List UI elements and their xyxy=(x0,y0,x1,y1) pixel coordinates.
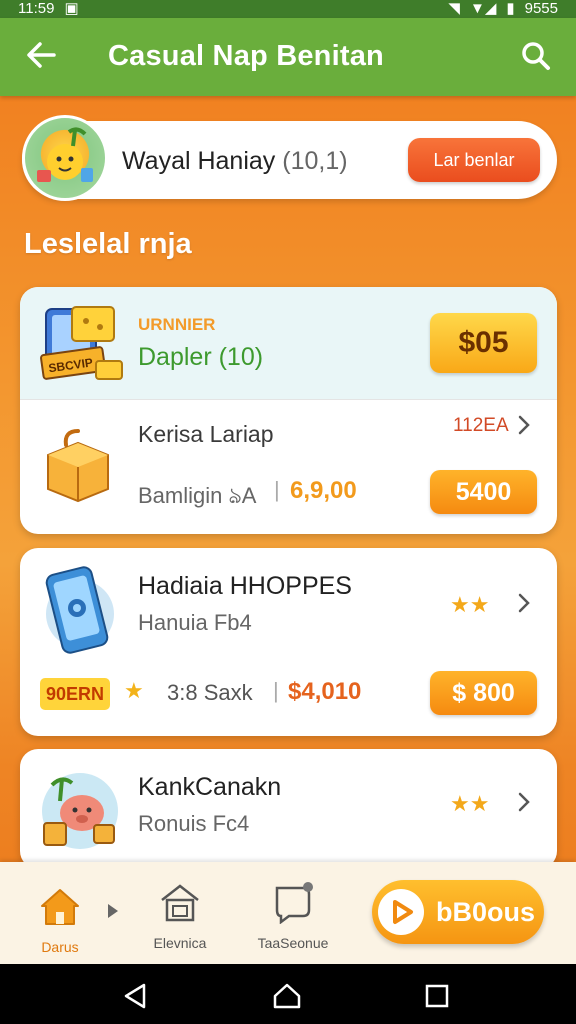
app-title: Casual Nap Benitan xyxy=(108,40,384,72)
battery-level: 9555 xyxy=(524,0,558,17)
wifi-icon: ◥ xyxy=(448,0,460,17)
bonus-button[interactable]: bB0ous xyxy=(372,880,544,944)
item-value: $4,010 xyxy=(288,678,362,705)
profile-name-text: Wayal Haniay xyxy=(122,147,276,175)
section-title: Leslelal rnja xyxy=(24,228,192,260)
nav-item-messages[interactable]: TaaSeonue xyxy=(248,880,338,951)
back-arrow-icon[interactable] xyxy=(24,38,58,72)
separator: | xyxy=(274,477,280,502)
separator: | xyxy=(273,678,279,703)
item-code: 112EA xyxy=(453,415,509,436)
nav-label: Darus xyxy=(41,939,79,955)
status-badge: 90ERN xyxy=(40,678,111,710)
app-bar: Casual Nap Benitan xyxy=(0,18,576,96)
star-icon: ★ xyxy=(124,678,144,703)
store-icon xyxy=(161,884,199,922)
phone-icon xyxy=(45,566,114,654)
profile-card[interactable]: Wayal Haniay (10,1) Lar benlar xyxy=(22,115,557,201)
item-subtitle: Ronuis Fc4 xyxy=(138,811,250,836)
item-name: Hadiaia HHOPPES xyxy=(138,572,352,600)
notification-icon: ▣ xyxy=(64,0,79,17)
status-bar: 11:59 ▣ ◥ ▼◢ ▮ 9555 xyxy=(0,0,576,18)
item-subtitle: Hanuia Fb4 xyxy=(138,610,252,635)
chat-icon xyxy=(275,882,313,925)
avatar xyxy=(22,115,108,201)
item-name: KankCanakn xyxy=(138,773,282,801)
offer-price-button[interactable]: $05 xyxy=(430,313,537,373)
profile-count: (10,1) xyxy=(282,147,348,175)
back-triangle-icon[interactable] xyxy=(122,982,148,1010)
system-nav-bar xyxy=(0,964,576,1024)
chevron-right-icon[interactable] xyxy=(515,791,533,813)
rating-text: 3:8 Saxk xyxy=(167,680,253,705)
nav-item-home[interactable]: Darus xyxy=(30,884,90,955)
character-icon xyxy=(37,127,93,182)
offer-tag: URNNIER xyxy=(138,315,216,334)
item-meta: Bamligin ঌA xyxy=(138,483,257,508)
battery-icon: ▮ xyxy=(506,0,515,17)
play-arrow-icon xyxy=(108,904,118,918)
offer-card: SBCVIP URNNIER Dapler (10) $05 Kerisa La… xyxy=(20,287,557,534)
home-button-icon[interactable] xyxy=(272,982,302,1010)
signal-icon: ▼◢ xyxy=(469,0,497,17)
status-time: 11:59 xyxy=(18,0,55,17)
chevron-right-icon[interactable] xyxy=(515,592,533,614)
nav-label: Elevnica xyxy=(153,935,207,951)
item-price-button[interactable]: $ 800 xyxy=(430,671,537,715)
gift-box-icon xyxy=(47,429,109,503)
offer-card[interactable]: Hadiaia HHOPPES Hanuia Fb4 ★★ 90ERN ★ 3:… xyxy=(20,548,557,736)
home-icon xyxy=(41,889,79,925)
rating-stars: ★★ xyxy=(450,592,490,617)
chevron-right-icon[interactable] xyxy=(515,414,533,436)
rating-stars: ★★ xyxy=(450,791,490,816)
nav-label: TaaSeonue xyxy=(257,935,329,951)
item-value: 6,9,00 xyxy=(290,477,357,504)
search-icon[interactable] xyxy=(520,40,552,72)
nav-item-store[interactable]: Elevnica xyxy=(150,880,210,951)
divider xyxy=(20,399,557,400)
item-name: Kerisa Lariap xyxy=(138,421,274,447)
profile-action-button[interactable]: Lar benlar xyxy=(408,138,540,182)
bottom-nav: Darus Elevnica TaaSeonue bB0ous xyxy=(0,862,576,964)
bonus-label: bB0ous xyxy=(436,896,536,927)
offer-card[interactable]: KankCanakn Ronuis Fc4 ★★ xyxy=(20,749,557,869)
play-icon xyxy=(378,889,424,935)
character-icon xyxy=(42,773,118,849)
profile-name: Wayal Haniay (10,1) xyxy=(122,147,348,176)
offer-name: Dapler (10) xyxy=(138,343,264,371)
shop-sign-icon: SBCVIP xyxy=(40,306,123,380)
item-price-button[interactable]: 5400 xyxy=(430,470,537,514)
recents-icon[interactable] xyxy=(425,984,449,1008)
